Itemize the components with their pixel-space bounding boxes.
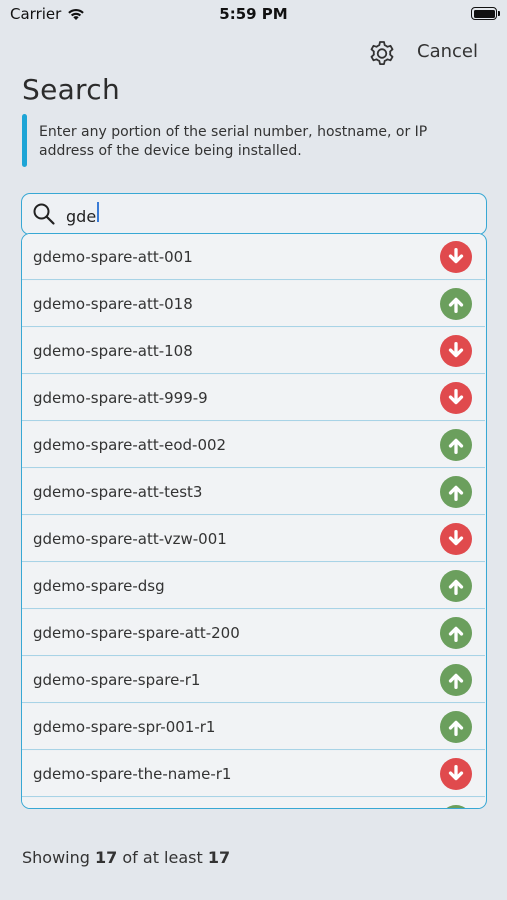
list-item[interactable] [22,798,485,808]
results-count: Showing 17 of at least 17 [22,848,230,867]
help-text: Enter any portion of the serial number, … [39,124,428,159]
list-item[interactable]: gdemo-spare-spare-r1 [22,657,485,703]
list-item[interactable]: gdemo-spare-att-018 [22,281,485,327]
search-input-value: gde [66,207,97,226]
status-bar: Carrier 5:59 PM [0,0,507,28]
status-up-arrow-icon [440,428,472,461]
help-callout: Enter any portion of the serial number, … [22,114,472,167]
list-item[interactable]: gdemo-spare-att-999-9 [22,375,485,421]
list-item[interactable]: gdemo-spare-att-eod-002 [22,422,485,468]
list-item[interactable]: gdemo-spare-dsg [22,563,485,609]
device-name: gdemo-spare-spare-att-200 [33,623,240,642]
status-down-arrow-icon [440,381,472,414]
status-up-arrow-icon [440,710,472,743]
status-down-arrow-icon [440,522,472,555]
status-up-arrow-icon [440,804,472,808]
list-item[interactable]: gdemo-spare-att-001 [22,234,485,280]
device-name: gdemo-spare-dsg [33,576,165,595]
status-up-arrow-icon [440,616,472,649]
gear-icon [370,41,394,65]
list-item[interactable]: gdemo-spare-the-name-r1 [22,751,485,797]
device-name: gdemo-spare-spare-r1 [33,670,201,689]
list-item[interactable]: gdemo-spare-att-test3 [22,469,485,515]
clock: 5:59 PM [219,5,288,23]
results-count-prefix: Showing [22,848,90,867]
device-name: gdemo-spare-spr-001-r1 [33,717,216,736]
text-caret [97,202,100,222]
cancel-button[interactable]: Cancel [417,41,478,62]
list-item[interactable]: gdemo-spare-spr-001-r1 [22,704,485,750]
help-accent-bar [22,114,27,167]
results-list[interactable]: gdemo-spare-att-001 gdemo-spare-att-018 gd… [21,233,487,809]
search-icon [31,201,57,227]
status-down-arrow-icon [440,334,472,367]
results-count-shown: 17 [95,848,118,867]
status-up-arrow-icon [440,475,472,508]
battery-icon [471,7,500,20]
settings-button[interactable] [366,37,398,69]
device-name: gdemo-spare-att-108 [33,341,193,360]
status-up-arrow-icon [440,569,472,602]
results-count-total: 17 [207,848,231,867]
status-down-arrow-icon [440,240,472,273]
device-name: gdemo-spare-att-001 [33,247,193,266]
results-count-middle: of at least [122,848,203,867]
device-name: gdemo-spare-att-vzw-001 [33,529,227,548]
status-down-arrow-icon [440,757,472,790]
page-title: Search [22,73,120,106]
search-input[interactable]: gde [66,202,446,226]
device-name: gdemo-spare-att-eod-002 [33,435,227,454]
status-up-arrow-icon [440,663,472,696]
device-name: gdemo-spare-the-name-r1 [33,764,232,783]
device-name: gdemo-spare-att-018 [33,294,193,313]
device-name: gdemo-spare-att-test3 [33,482,203,501]
device-name: gdemo-spare-att-999-9 [33,388,208,407]
status-up-arrow-icon [440,287,472,320]
search-field[interactable]: gde [21,193,487,235]
list-item[interactable]: gdemo-spare-att-108 [22,328,485,374]
list-item[interactable]: gdemo-spare-att-vzw-001 [22,516,485,562]
list-item[interactable]: gdemo-spare-spare-att-200 [22,610,485,656]
